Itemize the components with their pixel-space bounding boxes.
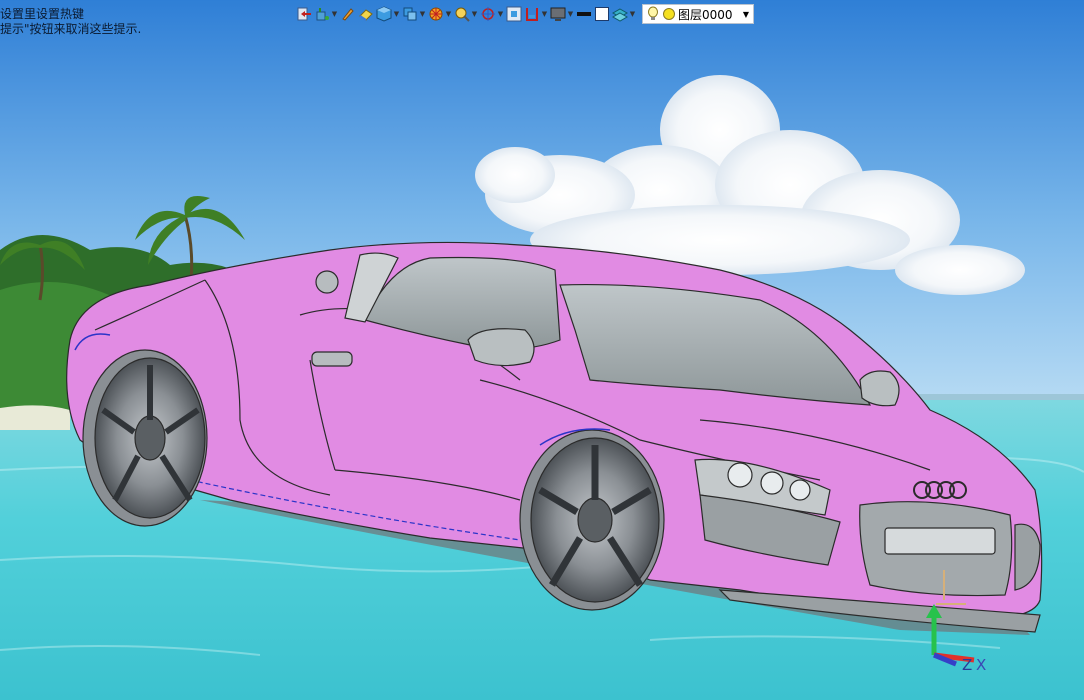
hint-text-line-1: 设置里设置热键 [0,7,85,21]
toolbar-button-monitor[interactable]: ▼ [550,3,574,25]
z-axis-label: Z [962,656,973,674]
toolbar-button-view-cube[interactable]: ▼ [402,3,426,25]
monitor-icon [550,6,566,22]
render-wheel-icon [428,6,444,22]
toolbar-button-zoom[interactable]: ▼ [454,3,478,25]
import-icon [296,6,312,22]
toolbar-button-layers[interactable]: ▼ [612,3,636,25]
toolbar-button-pencil[interactable] [340,3,356,25]
chevron-down-icon[interactable]: ▼ [419,10,426,18]
section-icon [524,6,540,22]
toolbar-button-line-style[interactable] [576,3,592,25]
frame-icon [594,6,610,22]
toolbar-button-fit-view[interactable] [506,3,522,25]
3d-viewport[interactable]: 设置里设置热键 提示"按钮来取消这些提示. ▼ ▼ ▼ ▼ ▼ ▼ ▼ ▼ ▼ 图层0000 ▼ Z… [0,0,1084,700]
chevron-down-icon[interactable]: ▼ [445,10,452,18]
toolbar-button-section[interactable]: ▼ [524,3,548,25]
view-cube-icon [402,6,418,22]
lightbulb-icon[interactable] [647,6,659,22]
chevron-down-icon[interactable]: ▼ [471,10,478,18]
chevron-down-icon[interactable]: ▼ [393,10,400,18]
target-icon [480,6,496,22]
paint-bucket-icon [314,6,330,22]
toolbar-button-import[interactable] [296,3,312,25]
pencil-icon [340,6,356,22]
toolbar-button-paint-bucket[interactable]: ▼ [314,3,338,25]
chevron-down-icon[interactable]: ▼ [541,10,548,18]
layer-select[interactable]: 图层0000 ▼ [642,4,754,24]
chevron-down-icon[interactable]: ▼ [629,10,636,18]
yellow-dot-icon[interactable] [662,7,676,21]
layer-name: 图层0000 [678,7,733,22]
eraser-icon [358,6,374,22]
toolbar-button-target[interactable]: ▼ [480,3,504,25]
zoom-icon [454,6,470,22]
chevron-down-icon[interactable]: ▼ [331,10,338,18]
toolbar-button-eraser[interactable] [358,3,374,25]
viewport-toolbar: ▼ ▼ ▼ ▼ ▼ ▼ ▼ ▼ ▼ 图层0000 ▼ [296,2,754,26]
fit-view-icon [506,6,522,22]
chevron-down-icon[interactable]: ▼ [743,10,749,19]
solid-cube-icon [376,6,392,22]
toolbar-button-solid-cube[interactable]: ▼ [376,3,400,25]
toolbar-button-frame[interactable] [594,3,610,25]
chevron-down-icon[interactable]: ▼ [567,10,574,18]
y-axis-arrowhead [926,604,942,618]
line-style-icon [576,6,592,22]
toolbar-button-render-wheel[interactable]: ▼ [428,3,452,25]
layers-icon [612,6,628,22]
front-wheel [519,428,665,611]
chevron-down-icon[interactable]: ▼ [497,10,504,18]
hint-text-line-2: 提示"按钮来取消这些提示. [0,22,142,36]
x-axis-label: X [976,656,987,674]
axis-triad: Z X [916,560,1016,680]
